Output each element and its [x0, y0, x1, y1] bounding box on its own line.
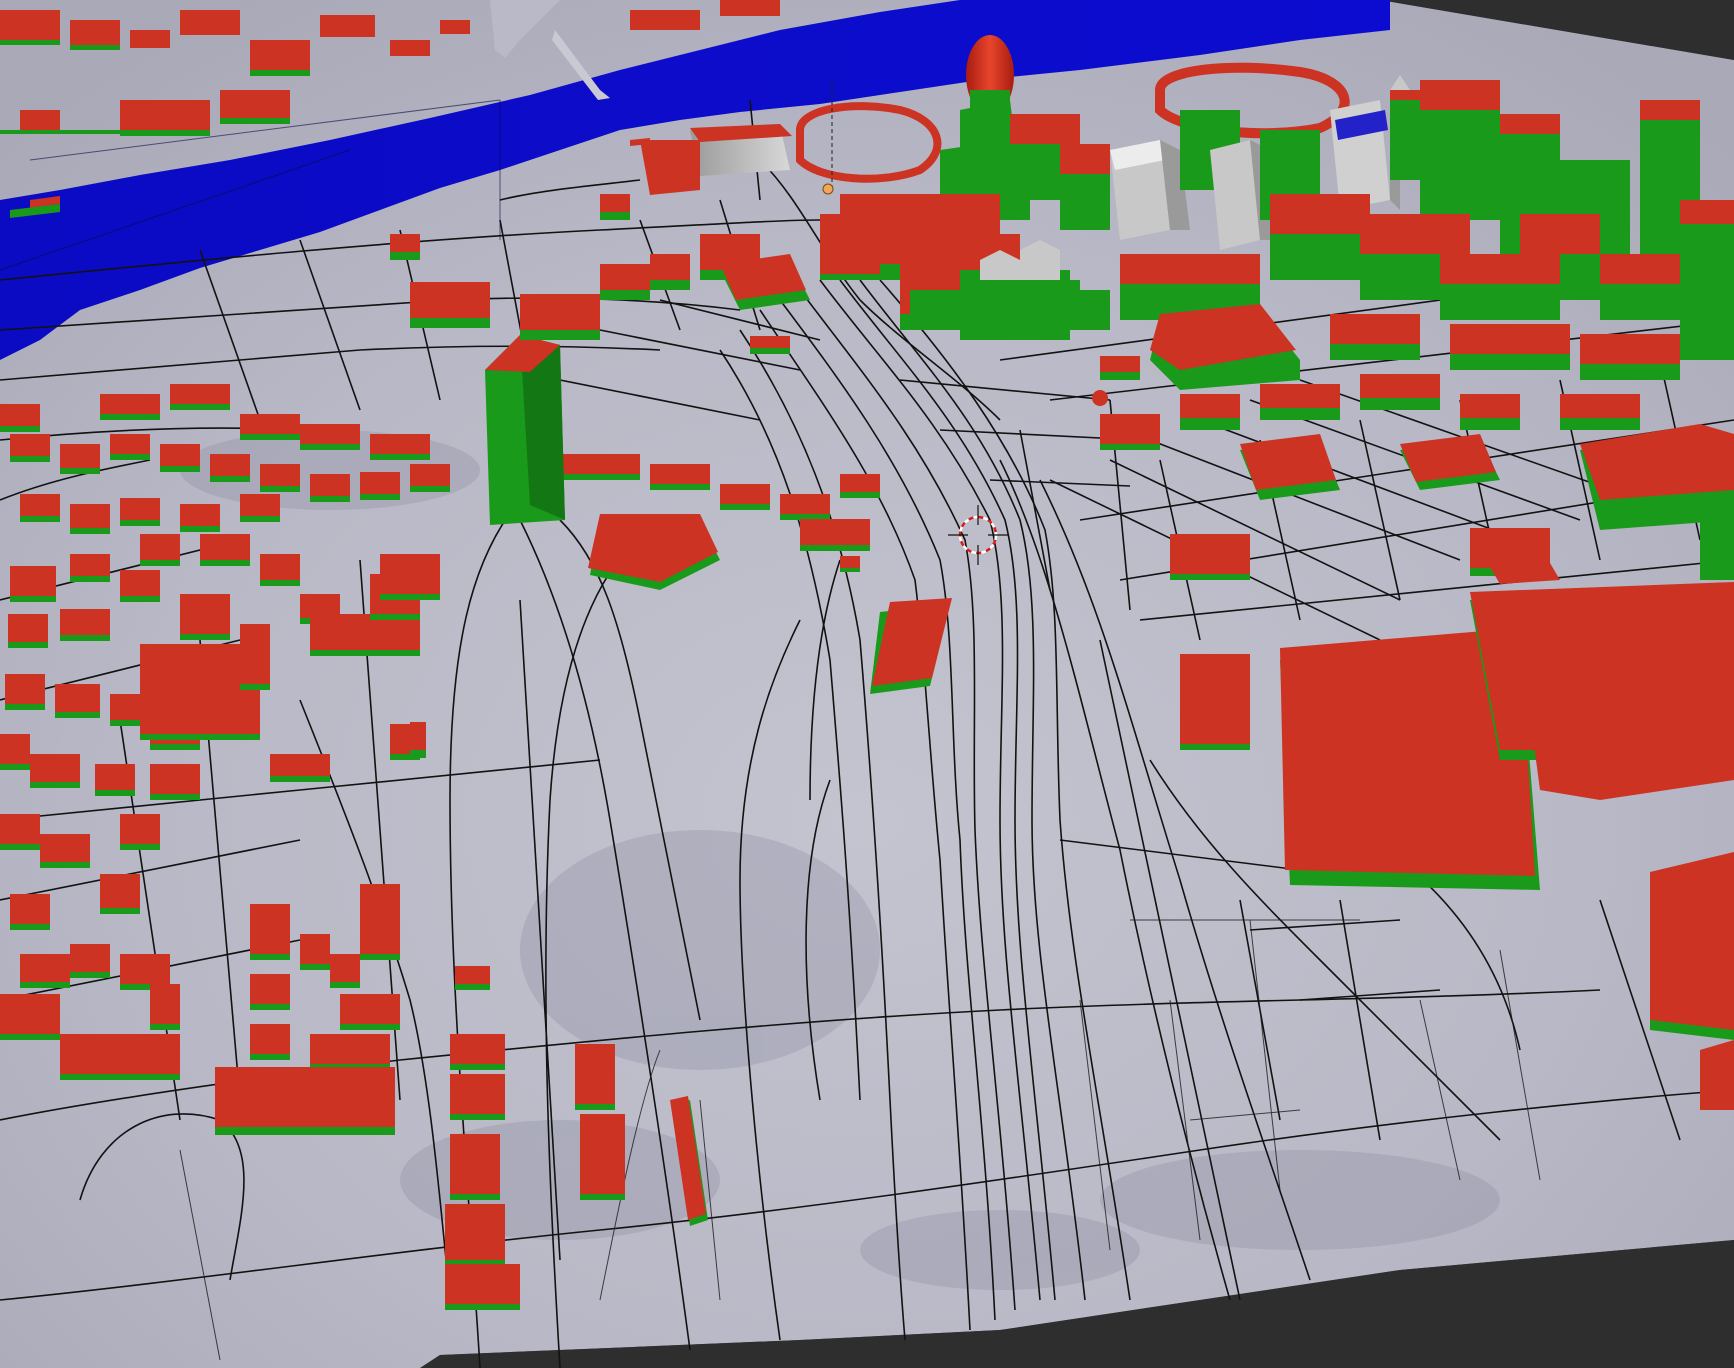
tall-tower-west — [485, 335, 565, 525]
3d-viewport[interactable] — [0, 0, 1734, 1368]
city-scene[interactable] — [0, 0, 1734, 1368]
